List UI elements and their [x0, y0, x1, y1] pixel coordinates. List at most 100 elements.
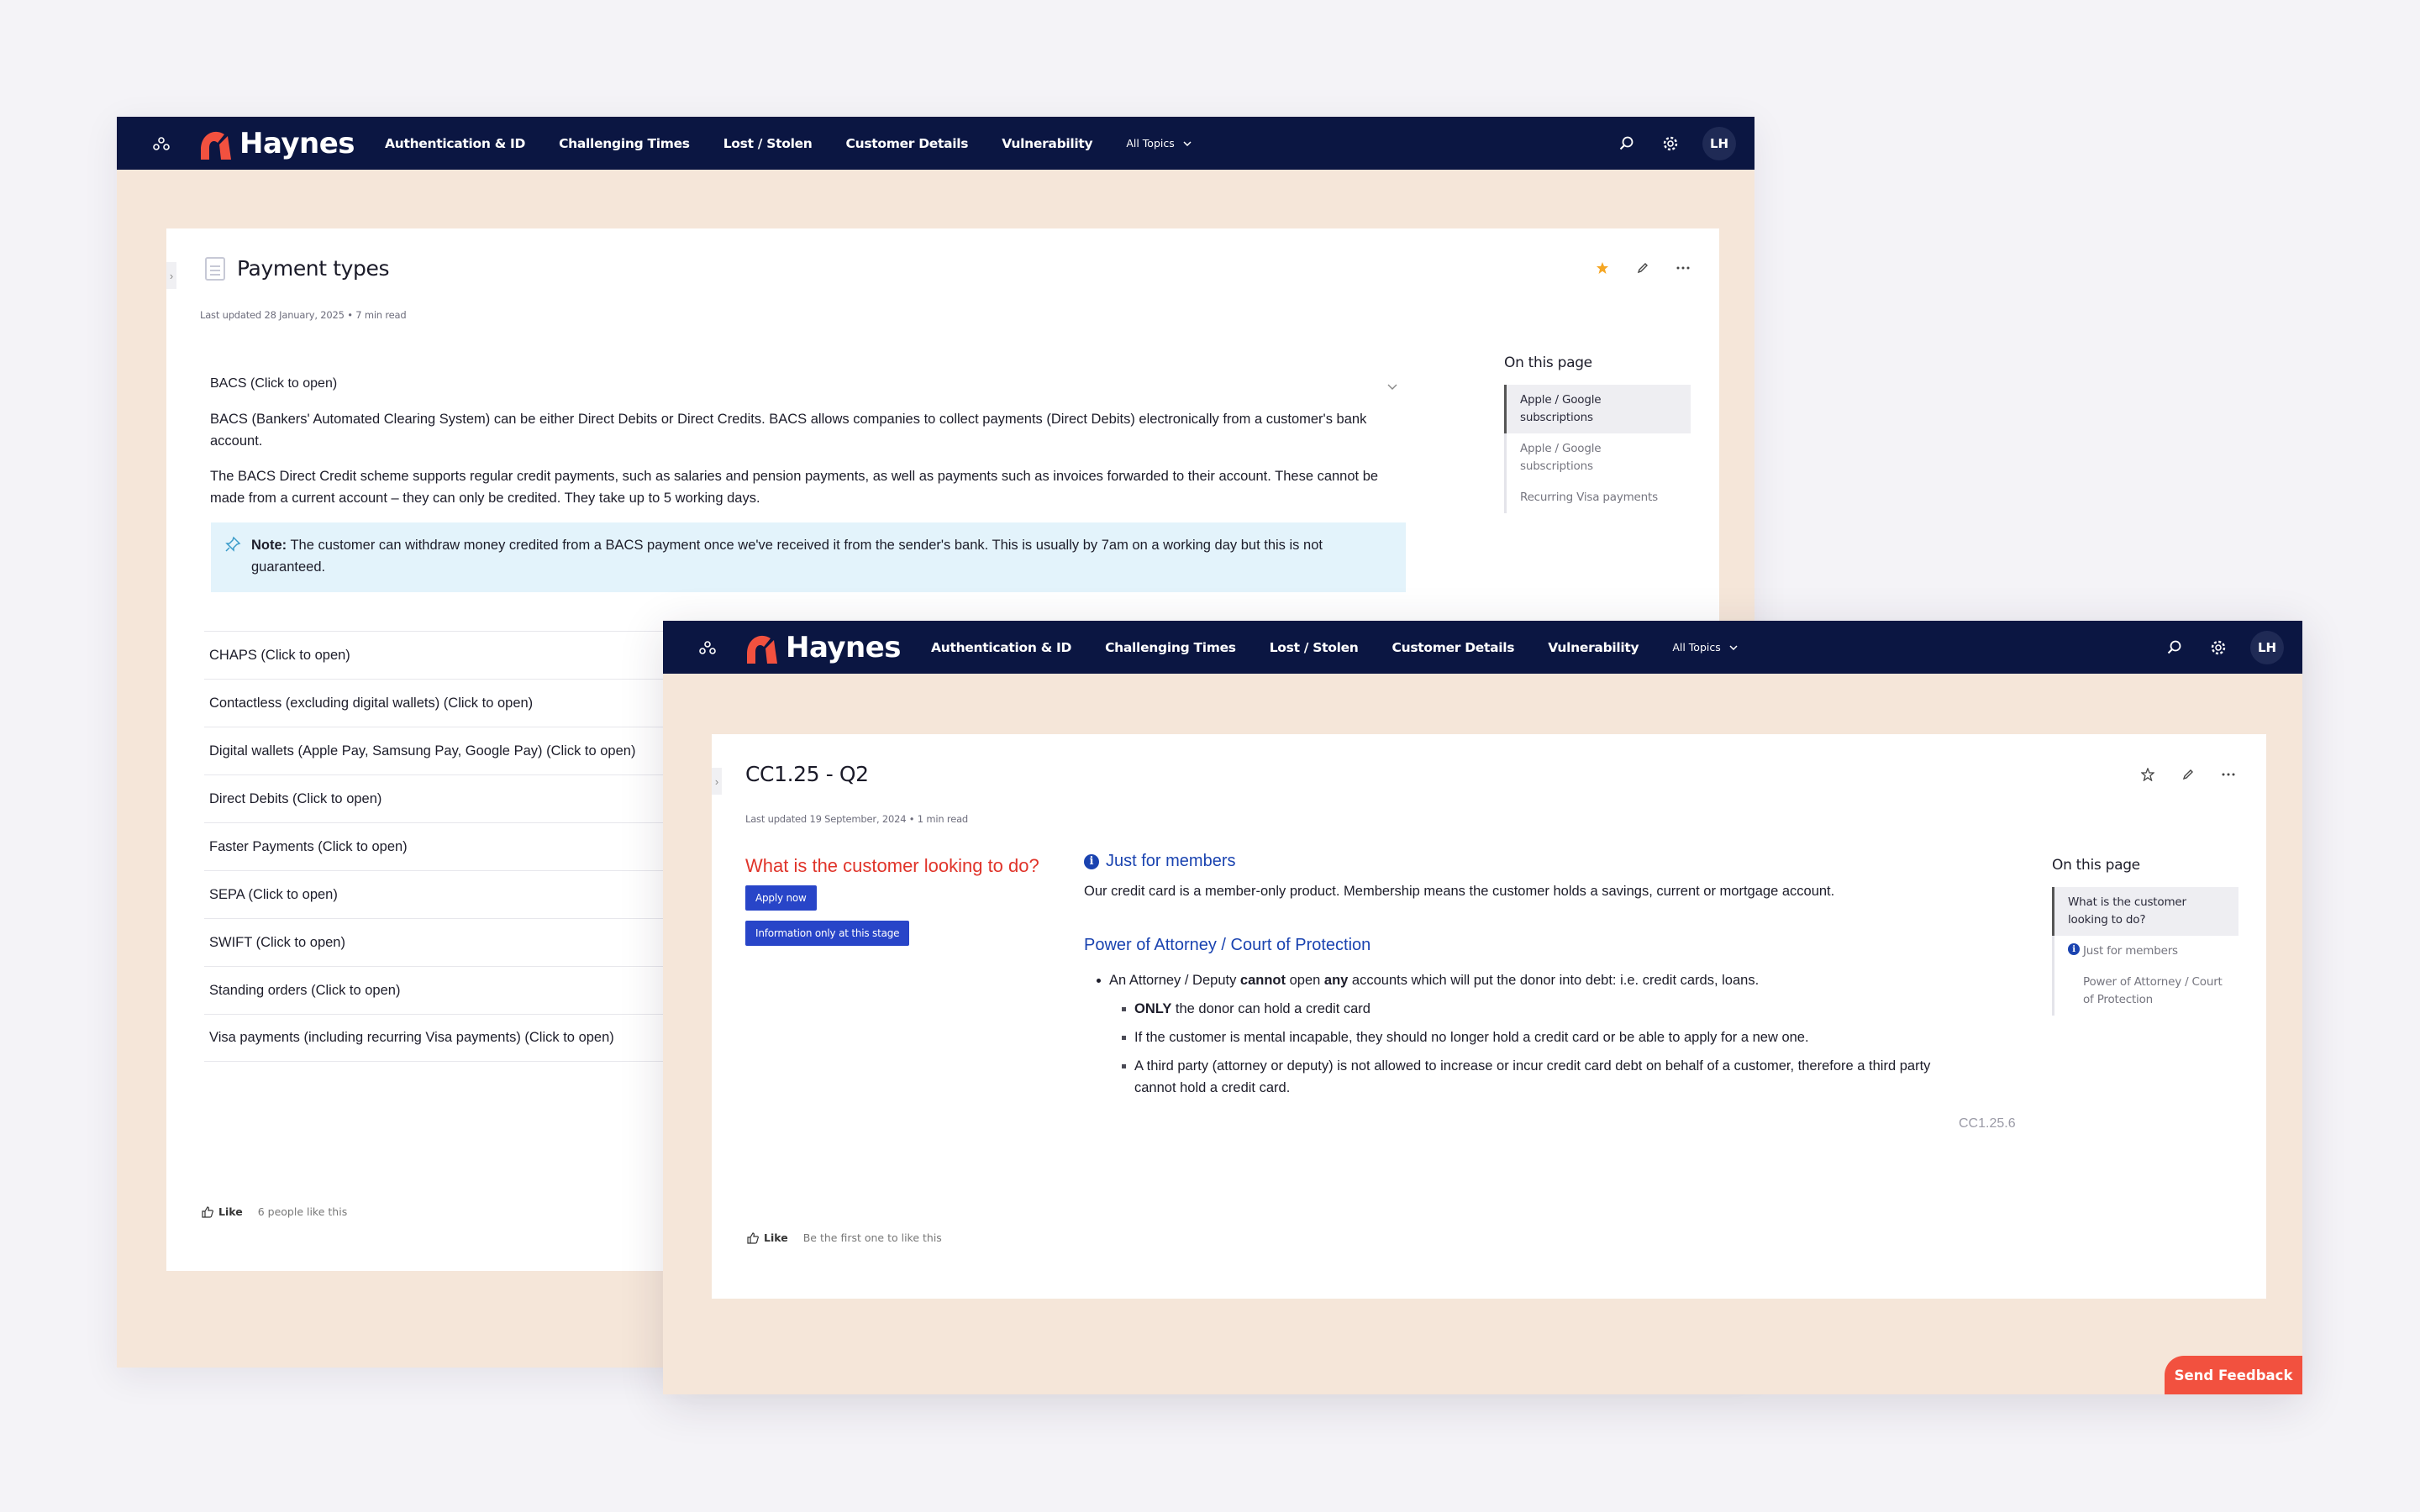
more-icon[interactable]: [1674, 259, 1692, 277]
chevron-down-icon: [1729, 644, 1738, 650]
page-actions: [1593, 259, 1692, 277]
search-icon[interactable]: [1615, 132, 1639, 155]
list-item: An Attorney / Deputy cannot open any acc…: [1097, 969, 1954, 991]
like-count: 6 people like this: [257, 1205, 348, 1218]
page-meta: Last updated 19 September, 2024 • 1 min …: [745, 813, 969, 825]
accordion-standing-orders[interactable]: Standing orders (Click to open): [204, 966, 708, 1014]
page-actions: [2139, 765, 2238, 784]
nav-link-lost-stolen[interactable]: Lost / Stolen: [723, 136, 813, 151]
document-icon: [205, 256, 225, 281]
article-card: › CC1.25 - Q2 Last updated 19 September,…: [712, 734, 2266, 1299]
all-topics-dropdown[interactable]: All Topics: [1126, 137, 1192, 150]
accordion-faster-payments[interactable]: Faster Payments (Click to open): [204, 822, 708, 870]
nav-links: Authentication & ID Challenging Times Lo…: [385, 136, 1192, 151]
accordion-visa-payments[interactable]: Visa payments (including recurring Visa …: [204, 1014, 708, 1062]
nav-link-customer-details[interactable]: Customer Details: [846, 136, 969, 151]
nav-link-authentication[interactable]: Authentication & ID: [385, 136, 525, 151]
nav-actions: LH: [2163, 630, 2284, 664]
nav-link-vulnerability[interactable]: Vulnerability: [1002, 136, 1092, 151]
accordion-sepa[interactable]: SEPA (Click to open): [204, 870, 708, 918]
apply-now-button[interactable]: Apply now: [745, 885, 817, 911]
page-meta: Last updated 28 January, 2025 • 7 min re…: [200, 309, 407, 321]
page-title: CC1.25 - Q2: [745, 762, 869, 786]
like-button[interactable]: Like: [747, 1231, 788, 1244]
haynes-logo[interactable]: Haynes: [196, 124, 355, 163]
nav-link-challenging-times[interactable]: Challenging Times: [559, 136, 690, 151]
send-feedback-button[interactable]: Send Feedback: [2165, 1356, 2302, 1394]
accordion-chaps[interactable]: CHAPS (Click to open): [204, 631, 708, 679]
accordion-direct-debits[interactable]: Direct Debits (Click to open): [204, 774, 708, 822]
gear-icon[interactable]: [1659, 132, 1682, 155]
toc-item-apple-google-2[interactable]: Apple / Google subscriptions: [1504, 433, 1691, 482]
page-header: Payment types: [205, 256, 389, 281]
pencil-icon[interactable]: [1634, 259, 1652, 277]
haynes-logo-icon: [742, 628, 781, 667]
haynes-logo[interactable]: Haynes: [742, 628, 902, 667]
like-button[interactable]: Like: [202, 1205, 243, 1218]
thumbs-up-icon: [747, 1231, 759, 1244]
apps-icon[interactable]: [149, 131, 174, 156]
nav-link-vulnerability[interactable]: Vulnerability: [1548, 640, 1639, 655]
all-topics-dropdown[interactable]: All Topics: [1672, 641, 1738, 654]
chevron-down-icon[interactable]: [1387, 380, 1397, 395]
toc-title: On this page: [2052, 857, 2140, 874]
question-heading: What is the customer looking to do?: [745, 855, 1039, 876]
information-only-button[interactable]: Information only at this stage: [745, 921, 910, 946]
star-outline-icon[interactable]: [2139, 765, 2157, 784]
toc-item-recurring-visa[interactable]: Recurring Visa payments: [1504, 482, 1691, 513]
nav-link-authentication[interactable]: Authentication & ID: [931, 640, 1071, 655]
brand-name: Haynes: [239, 126, 355, 160]
list-item: ONLY the donor can hold a credit card: [1122, 998, 1954, 1020]
members-heading-text: Just for members: [1106, 852, 1236, 870]
brand-name: Haynes: [786, 630, 902, 664]
nav-link-lost-stolen[interactable]: Lost / Stolen: [1270, 640, 1359, 655]
pin-icon: [225, 536, 241, 552]
all-topics-label: All Topics: [1126, 137, 1175, 150]
more-icon[interactable]: [2219, 765, 2238, 784]
like-label: Like: [764, 1231, 788, 1244]
chevron-down-icon: [1183, 140, 1192, 146]
user-avatar[interactable]: LH: [1702, 126, 1736, 160]
note-callout: Note: The customer can withdraw money cr…: [211, 522, 1406, 592]
toc-item-customer-looking[interactable]: What is the customer looking to do?: [2052, 887, 2238, 936]
cc125-window: Haynes Authentication & ID Challenging T…: [663, 621, 2302, 1394]
on-this-page: On this page What is the customer lookin…: [2052, 857, 2238, 1016]
user-avatar[interactable]: LH: [2250, 630, 2284, 664]
page-title: Payment types: [237, 256, 390, 281]
pencil-icon[interactable]: [2179, 765, 2197, 784]
nav-link-challenging-times[interactable]: Challenging Times: [1105, 640, 1236, 655]
on-this-page: On this page Apple / Google subscription…: [1504, 354, 1691, 513]
haynes-logo-icon: [196, 124, 234, 163]
nav-link-customer-details[interactable]: Customer Details: [1392, 640, 1515, 655]
like-bar: Like Be the first one to like this: [747, 1231, 942, 1244]
note-text: The customer can withdraw money credited…: [251, 538, 1323, 575]
power-of-attorney-heading: Power of Attorney / Court of Protection: [1084, 936, 1371, 954]
members-paragraph: Our credit card is a member-only product…: [1084, 884, 1835, 899]
bacs-paragraph-2: The BACS Direct Credit scheme supports r…: [210, 469, 1379, 506]
bacs-paragraph-1: BACS (Bankers' Automated Clearing System…: [210, 412, 1367, 449]
thumbs-up-icon: [202, 1205, 213, 1218]
accordion-digital-wallets[interactable]: Digital wallets (Apple Pay, Samsung Pay,…: [204, 727, 708, 774]
reference-code: CC1.25.6: [1959, 1116, 2016, 1131]
gear-icon[interactable]: [2207, 636, 2230, 659]
poa-bullets: An Attorney / Deputy cannot open any acc…: [1097, 969, 1954, 1105]
list-item: If the customer is mental incapable, the…: [1122, 1026, 1954, 1048]
sidebar-toggle[interactable]: ›: [712, 768, 722, 795]
accordion-swift[interactable]: SWIFT (Click to open): [204, 918, 708, 966]
toc-item-apple-google-1[interactable]: Apple / Google subscriptions: [1504, 385, 1691, 433]
note-label: Note:: [251, 538, 287, 553]
sidebar-toggle[interactable]: ›: [166, 262, 176, 289]
top-navbar: Haynes Authentication & ID Challenging T…: [663, 621, 2302, 674]
info-icon: i: [2068, 943, 2080, 955]
all-topics-label: All Topics: [1672, 641, 1721, 654]
star-icon[interactable]: [1593, 259, 1612, 277]
apps-icon[interactable]: [695, 635, 720, 660]
accordion-contactless[interactable]: Contactless (excluding digital wallets) …: [204, 679, 708, 727]
just-for-members-heading: i Just for members: [1084, 852, 1235, 871]
like-label: Like: [218, 1205, 243, 1218]
toc-item-just-for-members[interactable]: i Just for members: [2052, 936, 2238, 967]
search-icon[interactable]: [2163, 636, 2186, 659]
page-header: CC1.25 - Q2: [745, 762, 869, 786]
accordion-bacs-header[interactable]: BACS (Click to open): [210, 376, 337, 391]
toc-item-power-of-attorney[interactable]: Power of Attorney / Court of Protection: [2052, 967, 2238, 1016]
